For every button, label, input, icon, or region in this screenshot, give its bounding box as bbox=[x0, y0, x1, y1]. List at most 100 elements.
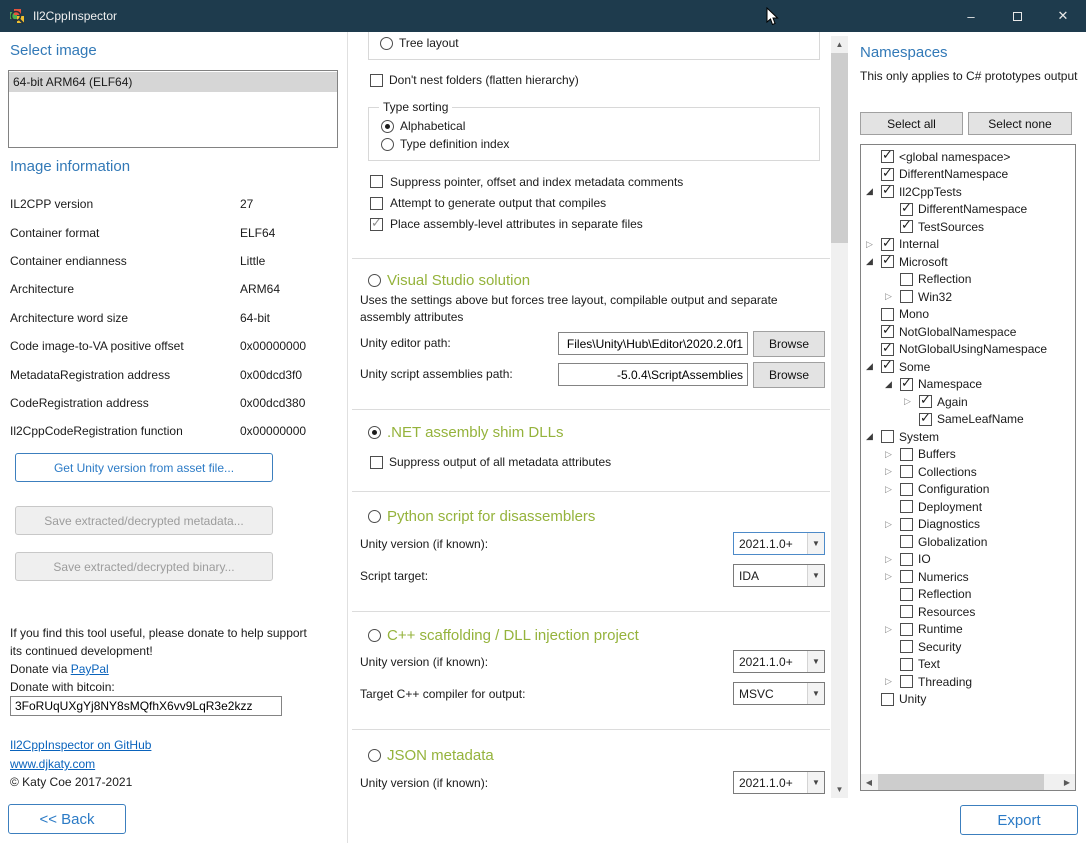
paypal-link[interactable]: PayPal bbox=[71, 662, 109, 676]
script-assemblies-path-input[interactable] bbox=[558, 363, 748, 386]
expander-icon[interactable] bbox=[885, 519, 900, 530]
tree-item[interactable]: Microsoft bbox=[861, 253, 1075, 271]
tree-checkbox[interactable] bbox=[900, 675, 913, 688]
script-target-combo[interactable]: IDA bbox=[733, 564, 825, 587]
tree-item[interactable]: Security bbox=[861, 638, 1075, 656]
expander-icon[interactable] bbox=[866, 431, 881, 442]
tree-item[interactable]: Win32 bbox=[861, 288, 1075, 306]
scroll-right-button[interactable] bbox=[1059, 774, 1075, 790]
browse-editor-path-button[interactable]: Browse bbox=[753, 331, 825, 357]
tree-checkbox[interactable] bbox=[900, 640, 913, 653]
expander-icon[interactable] bbox=[885, 571, 900, 582]
tree-checkbox[interactable] bbox=[900, 623, 913, 636]
type-sorting-option[interactable]: Alphabetical bbox=[381, 117, 509, 135]
center-scrollbar[interactable]: ▲ ▼ bbox=[831, 36, 848, 798]
section-python-radio[interactable]: Python script for disassemblers bbox=[368, 507, 595, 525]
cpp-unity-version-combo[interactable]: 2021.1.0+ bbox=[733, 650, 825, 673]
tree-checkbox[interactable] bbox=[919, 413, 932, 426]
close-button[interactable]: ✕ bbox=[1040, 0, 1086, 32]
github-link[interactable]: Il2CppInspector on GitHub bbox=[10, 738, 151, 752]
tree-checkbox[interactable] bbox=[900, 500, 913, 513]
tree-item[interactable]: NotGlobalNamespace bbox=[861, 323, 1075, 341]
select-none-button[interactable]: Select none bbox=[968, 112, 1072, 135]
expander-icon[interactable] bbox=[885, 291, 900, 302]
python-unity-version-combo[interactable]: 2021.1.0+ bbox=[733, 532, 825, 555]
tree-checkbox[interactable] bbox=[900, 535, 913, 548]
tree-item[interactable]: NotGlobalUsingNamespace bbox=[861, 341, 1075, 359]
cpp-compiler-combo[interactable]: MSVC bbox=[733, 682, 825, 705]
json-unity-version-combo[interactable]: 2021.1.0+ bbox=[733, 771, 825, 794]
suppress-metadata-checkbox[interactable]: Suppress output of all metadata attribut… bbox=[370, 455, 611, 469]
tree-checkbox[interactable] bbox=[900, 273, 913, 286]
expander-icon[interactable] bbox=[885, 379, 900, 390]
tree-item[interactable]: Globalization bbox=[861, 533, 1075, 551]
expander-icon[interactable] bbox=[904, 396, 919, 407]
back-button[interactable]: << Back bbox=[8, 804, 126, 834]
namespace-tree[interactable]: <global namespace> DifferentNamespace Il… bbox=[860, 144, 1076, 791]
tree-checkbox[interactable] bbox=[881, 238, 894, 251]
tree-checkbox[interactable] bbox=[900, 570, 913, 583]
tree-item[interactable]: Reflection bbox=[861, 586, 1075, 604]
option-checkbox[interactable]: Attempt to generate output that compiles bbox=[370, 192, 820, 213]
tree-checkbox[interactable] bbox=[881, 308, 894, 321]
tree-item[interactable]: Collections bbox=[861, 463, 1075, 481]
scroll-up-button[interactable]: ▲ bbox=[831, 36, 848, 53]
bitcoin-address-input[interactable] bbox=[10, 696, 282, 716]
tree-item[interactable]: Numerics bbox=[861, 568, 1075, 586]
tree-checkbox[interactable] bbox=[900, 378, 913, 391]
unity-editor-path-input[interactable] bbox=[558, 332, 748, 355]
tree-checkbox[interactable] bbox=[881, 185, 894, 198]
tree-checkbox[interactable] bbox=[900, 518, 913, 531]
save-binary-button[interactable]: Save extracted/decrypted binary... bbox=[15, 552, 273, 581]
tree-checkbox[interactable] bbox=[881, 343, 894, 356]
scroll-thumb[interactable] bbox=[831, 53, 848, 243]
tree-checkbox[interactable] bbox=[881, 168, 894, 181]
tree-item[interactable]: Resources bbox=[861, 603, 1075, 621]
browse-assemblies-path-button[interactable]: Browse bbox=[753, 362, 825, 388]
tree-item[interactable]: System bbox=[861, 428, 1075, 446]
scroll-left-button[interactable] bbox=[861, 774, 877, 790]
tree-checkbox[interactable] bbox=[881, 430, 894, 443]
tree-checkbox[interactable] bbox=[900, 203, 913, 216]
tree-checkbox[interactable] bbox=[900, 658, 913, 671]
tree-checkbox[interactable] bbox=[881, 693, 894, 706]
tree-item[interactable]: DifferentNamespace bbox=[861, 166, 1075, 184]
tree-item[interactable]: Some bbox=[861, 358, 1075, 376]
section-shim-dlls-radio[interactable]: .NET assembly shim DLLs bbox=[368, 423, 563, 441]
expander-icon[interactable] bbox=[866, 256, 881, 267]
tree-item[interactable]: Runtime bbox=[861, 621, 1075, 639]
tree-item[interactable]: SameLeafName bbox=[861, 411, 1075, 429]
select-all-button[interactable]: Select all bbox=[860, 112, 963, 135]
tree-checkbox[interactable] bbox=[919, 395, 932, 408]
tree-item[interactable]: Il2CppTests bbox=[861, 183, 1075, 201]
maximize-button[interactable] bbox=[994, 0, 1040, 32]
tree-item[interactable]: Configuration bbox=[861, 481, 1075, 499]
tree-checkbox[interactable] bbox=[881, 150, 894, 163]
tree-item[interactable]: Text bbox=[861, 656, 1075, 674]
tree-item[interactable]: DifferentNamespace bbox=[861, 201, 1075, 219]
expander-icon[interactable] bbox=[866, 186, 881, 197]
scroll-down-button[interactable]: ▼ bbox=[831, 781, 848, 798]
tree-item[interactable]: Again bbox=[861, 393, 1075, 411]
tree-item[interactable]: Threading bbox=[861, 673, 1075, 691]
expander-icon[interactable] bbox=[885, 676, 900, 687]
section-cpp-radio[interactable]: C++ scaffolding / DLL injection project bbox=[368, 626, 639, 644]
website-link[interactable]: www.djkaty.com bbox=[10, 757, 95, 771]
expander-icon[interactable] bbox=[866, 239, 881, 250]
tree-item[interactable]: Internal bbox=[861, 236, 1075, 254]
tree-item[interactable]: Buffers bbox=[861, 446, 1075, 464]
tree-checkbox[interactable] bbox=[900, 448, 913, 461]
tree-checkbox[interactable] bbox=[881, 255, 894, 268]
type-sorting-option[interactable]: Type definition index bbox=[381, 135, 509, 153]
flatten-checkbox[interactable]: Don't nest folders (flatten hierarchy) bbox=[370, 73, 579, 87]
tree-checkbox[interactable] bbox=[900, 605, 913, 618]
scroll-thumb[interactable] bbox=[878, 774, 1044, 790]
get-unity-version-button[interactable]: Get Unity version from asset file... bbox=[15, 453, 273, 482]
tree-checkbox[interactable] bbox=[900, 553, 913, 566]
tree-h-scrollbar[interactable] bbox=[861, 774, 1075, 790]
tree-checkbox[interactable] bbox=[881, 360, 894, 373]
expander-icon[interactable] bbox=[885, 624, 900, 635]
expander-icon[interactable] bbox=[885, 466, 900, 477]
tree-checkbox[interactable] bbox=[900, 220, 913, 233]
tree-checkbox[interactable] bbox=[900, 290, 913, 303]
